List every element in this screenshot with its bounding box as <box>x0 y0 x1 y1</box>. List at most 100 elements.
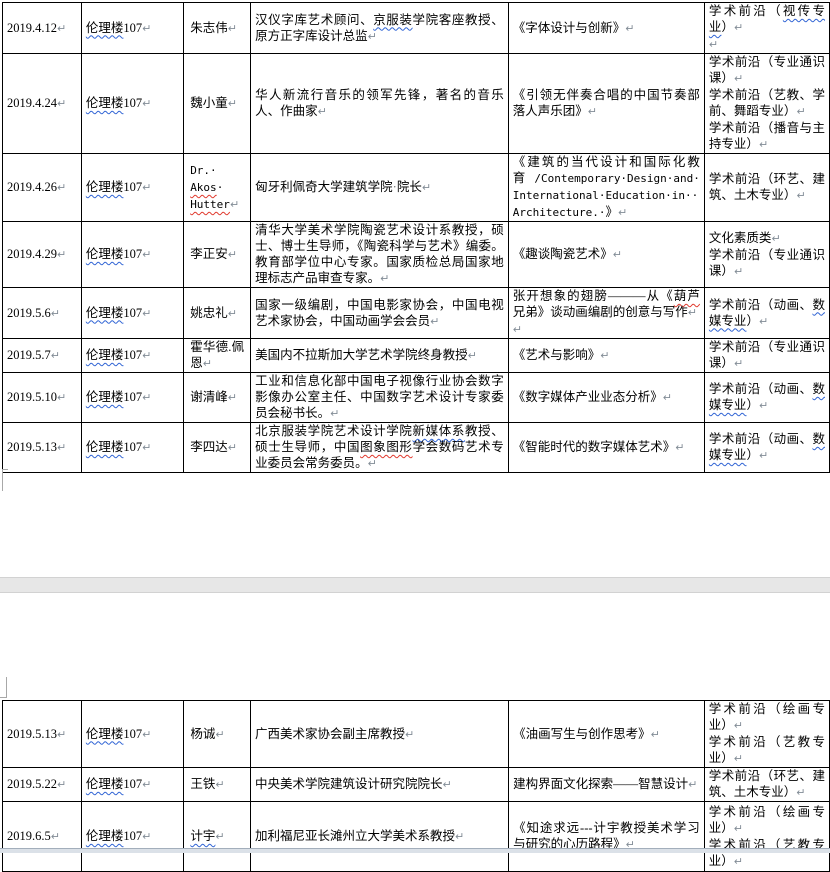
table-cell[interactable]: 伦理楼107↵ <box>81 768 183 802</box>
table-cell[interactable]: Dr.·​Akos·​Hutter↵ <box>184 154 251 222</box>
text-segment: 学术前沿（动画、 <box>709 382 813 396</box>
table-cell[interactable]: 学术前沿（动画、数媒专业）↵ <box>704 423 829 473</box>
table-cell[interactable]: 学术前沿（环艺、建筑、土木专业）↵ <box>704 768 829 802</box>
table-cell[interactable]: 2019.6.5↵ <box>3 802 82 872</box>
table-cell[interactable]: 《艺术与影响》↵ <box>508 339 704 373</box>
table-cell[interactable]: 杨诚↵ <box>184 701 251 768</box>
table-cell[interactable]: 《字体设计与创新》↵ <box>508 3 704 54</box>
table-cell[interactable]: 加利福尼亚长滩州立大学美术系教授↵ <box>251 802 509 872</box>
table-row: 2019.5.13↵伦理楼107↵杨诚↵广西美术家协会副主席教授↵《油画写生与创… <box>3 701 830 768</box>
table-cell[interactable]: 建构界面文化探索——智慧设计↵ <box>509 768 705 802</box>
table-cell[interactable]: 学术前沿（视传专业）↵↵ <box>704 3 829 54</box>
text-segment: 学术前沿（艺教专业） <box>709 735 825 765</box>
paragraph: 伦理楼107↵ <box>86 439 179 456</box>
table-cell[interactable]: 《趣谈陶瓷艺术》↵ <box>508 222 704 288</box>
table-cell[interactable]: 2019.5.13↵ <box>3 423 82 473</box>
table-cell[interactable]: 朱志伟↵ <box>184 3 251 54</box>
table-cell[interactable]: 2019.5.13↵ <box>3 701 82 768</box>
table-cell[interactable]: 伦理楼107↵ <box>81 154 183 222</box>
paragraph-mark-icon: ↵ <box>57 441 66 454</box>
text-segment: 《引领无伴奏合唱的中国节奏部落人声乐团》 <box>513 88 700 118</box>
text-segment: 京服装 <box>373 13 412 27</box>
paragraph: 《字体设计与创新》↵ <box>513 20 700 37</box>
paragraph-mark-icon: ↵ <box>228 307 237 320</box>
text-segment: ） <box>746 448 759 462</box>
table-cell[interactable]: 学术前沿（动画、数媒专业）↵ <box>704 288 829 339</box>
text-segment: 兄弟》谈动画编剧的创意与写作 <box>513 305 688 319</box>
table-cell[interactable]: 计宇↵ <box>184 802 251 872</box>
table-cell[interactable]: 学术前沿（绘画专业）↵学术前沿（艺教专业）↵ <box>704 802 829 872</box>
table-cell[interactable]: 文化素质类↵学术前沿（专业通识课）↵ <box>704 222 829 288</box>
text-segment: 107 <box>123 180 142 194</box>
text-segment: 》 <box>606 205 619 219</box>
table-cell[interactable]: 学术前沿（专业通识课）↵ <box>704 339 829 373</box>
table-cell[interactable]: 2019.4.29↵ <box>3 222 82 288</box>
table-cell[interactable]: 2019.5.6↵ <box>3 288 82 339</box>
table-cell[interactable]: 美国内不拉斯加大学艺术学院终身教授↵ <box>251 339 509 373</box>
table-cell[interactable]: 中央美术学院建筑设计研究院院长↵ <box>251 768 509 802</box>
table-cell[interactable]: 匈牙利佩奇大学建筑学院·院长↵ <box>251 154 509 222</box>
table-cell[interactable]: 《数字媒体产业业态分析》↵ <box>508 373 704 423</box>
text-segment: ） <box>721 20 734 34</box>
paragraph: 《艺术与影响》↵ <box>513 347 700 364</box>
table-cell[interactable]: 学术前沿（环艺、建筑、土木专业）↵ <box>704 154 829 222</box>
table-cell[interactable]: 2019.4.26↵ <box>3 154 82 222</box>
text-segment: 广西美术家协会副主席教授 <box>255 727 405 741</box>
paragraph-mark-icon: ↵ <box>796 105 805 118</box>
table-cell[interactable]: 伦理楼107↵ <box>81 423 183 473</box>
table-cell[interactable]: 清华大学美术学院陶瓷艺术设计系教授，硕士、博士生导师，《陶瓷科学与艺术》编委。教… <box>251 222 509 288</box>
table-cell[interactable]: 谢清峰↵ <box>184 373 251 423</box>
text-segment: 中央美术学院建筑设计研究院院长 <box>255 777 443 791</box>
paragraph: 伦理楼107↵ <box>86 246 179 263</box>
table-cell[interactable]: 李四达↵ <box>184 423 251 473</box>
table-cell[interactable]: 广西美术家协会副主席教授↵ <box>251 701 509 768</box>
table-cell[interactable]: 伦理楼107↵ <box>81 54 183 154</box>
table-cell[interactable]: 《知途求远---计宇教授美术学习与研究的心历路程》↵ <box>509 802 705 872</box>
table-cell[interactable]: 2019.5.22↵ <box>3 768 82 802</box>
table-cell[interactable]: 伦理楼107↵ <box>81 373 183 423</box>
table-cell[interactable]: 《引领无伴奏合唱的中国节奏部落人声乐团》↵ <box>508 54 704 154</box>
text-segment: 伦理楼 <box>86 306 124 320</box>
table-cell[interactable]: 工业和信息化部中国电子视像行业协会数字影像办公室主任、中国数字艺术设计专家委员会… <box>251 373 509 423</box>
table-cell[interactable]: 北京服装学院艺术设计学院新媒体系教授、硕士生导师，中国图象图形学会数码艺术专业委… <box>251 423 509 473</box>
table-cell[interactable]: 魏小童↵ <box>184 54 251 154</box>
table-cell[interactable]: 伦理楼107↵ <box>81 701 183 768</box>
table-cell[interactable]: 伦理楼107↵ <box>81 339 183 373</box>
table-cell[interactable]: 国家一级编剧，中国电影家协会，中国电视艺术家协会，中国动画学会会员↵ <box>251 288 509 339</box>
text-segment: 107 <box>123 96 142 110</box>
table-cell[interactable]: 2019.5.10↵ <box>3 373 82 423</box>
table-cell[interactable]: 学术前沿（绘画专业）↵学术前沿（艺教专业）↵ <box>704 701 829 768</box>
table-cell[interactable]: 《油画写生与创作思考》↵ <box>509 701 705 768</box>
table-cell[interactable]: 2019.4.24↵ <box>3 54 82 154</box>
text-segment: 汉仪字库艺术顾问、 <box>255 13 373 27</box>
paragraph: 伦理楼107↵ <box>86 305 179 322</box>
text-segment: Hutter <box>190 198 230 211</box>
table-cell[interactable]: 《建筑的当代设计和国际化教育/Contemporary·​Design·​and… <box>508 154 704 222</box>
paragraph: 魏小童↵ <box>190 95 244 112</box>
paragraph-mark-icon: ↵ <box>663 391 672 404</box>
table-cell[interactable]: 华人新流行音乐的领军先锋，著名的音乐人、作曲家↵ <box>251 54 509 154</box>
table-cell[interactable]: 张开想象的翅膀———从《葫芦兄弟》谈动画编剧的创意与写作↵↵ <box>508 288 704 339</box>
paragraph-mark-icon: ↵ <box>796 189 805 202</box>
table-cell[interactable]: 2019.4.12↵ <box>3 3 82 54</box>
table-cell[interactable]: 霍华德.佩恩↵ <box>184 339 251 373</box>
table-cell[interactable]: 伦理楼107↵ <box>81 222 183 288</box>
table-cell[interactable]: 伦理楼107↵ <box>81 802 183 872</box>
table-cell[interactable]: 李正安↵ <box>184 222 251 288</box>
table-cell[interactable]: 王铁↵ <box>184 768 251 802</box>
table-cell[interactable]: 伦理楼107↵ <box>81 3 183 54</box>
text-segment: ·​ <box>217 181 224 194</box>
table-cell[interactable]: 伦理楼107↵ <box>81 288 183 339</box>
table-cell[interactable]: 《智能时代的数字媒体艺术》↵ <box>508 423 704 473</box>
text-segment: 张开想象的翅膀———从《 <box>513 289 674 303</box>
paragraph-mark-icon: ↵ <box>330 407 339 420</box>
table-cell[interactable]: 2019.5.7↵ <box>3 339 82 373</box>
table-cell[interactable]: 姚忠礼↵ <box>184 288 251 339</box>
paragraph: 学术前沿（动画、数媒专业）↵ <box>709 297 825 330</box>
text-segment: 伦理楼 <box>86 727 124 741</box>
table-cell[interactable]: 汉仪字库艺术顾问、京服装学院客座教授、原方正字库设计总监↵ <box>251 3 509 54</box>
table-cell[interactable]: 学术前沿（专业通识课）↵学术前沿（艺教、学前、舞蹈专业）↵学术前沿（播音与主持专… <box>704 54 829 154</box>
text-boundary-corner-icon <box>0 677 7 698</box>
table-cell[interactable]: 学术前沿（动画、数媒专业）↵ <box>704 373 829 423</box>
paragraph: 学术前沿（环艺、建筑、土木专业）↵ <box>709 768 825 801</box>
